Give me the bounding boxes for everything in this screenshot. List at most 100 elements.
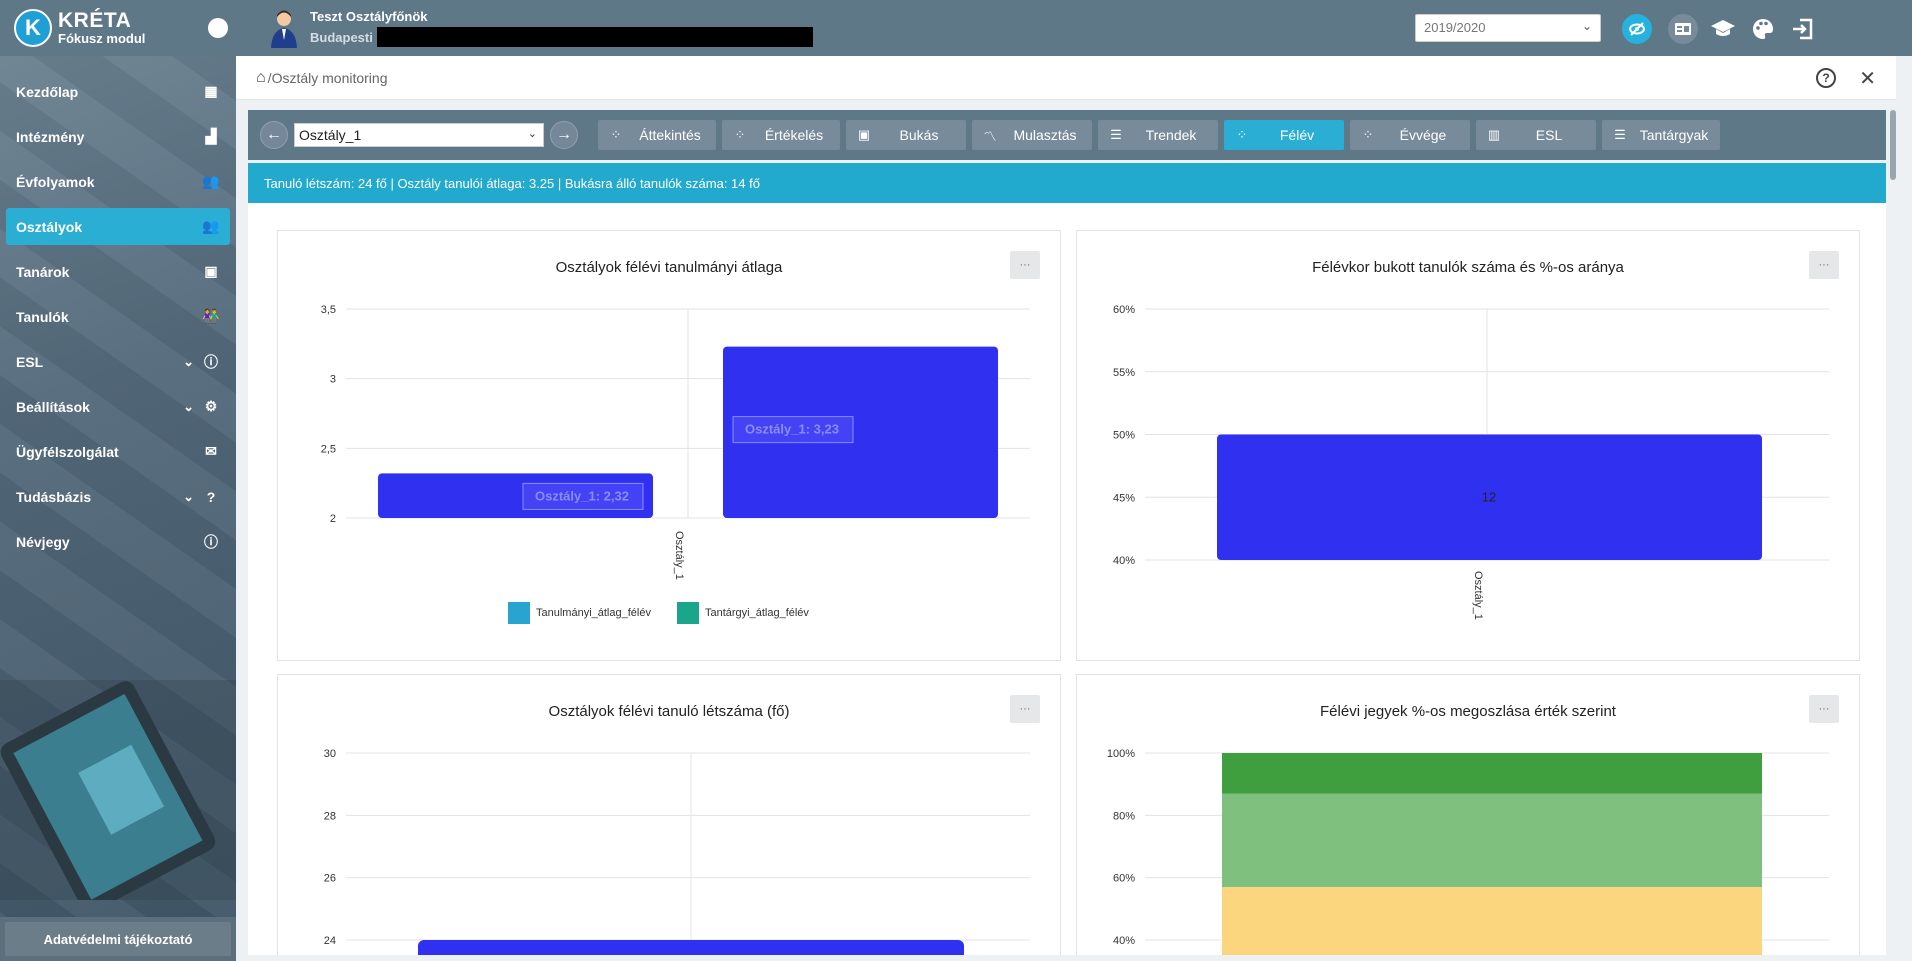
graduation-cap-icon[interactable]: [1708, 14, 1738, 44]
sidebar-item-label: Osztályok: [16, 218, 83, 235]
chevron-down-icon[interactable]: ⌄: [183, 354, 194, 370]
tab-label: Bukás: [899, 127, 939, 143]
sidebar-item-label: Intézmény: [16, 128, 85, 145]
contact-icon: ▣: [857, 127, 871, 142]
sidebar-item-icons: 👥: [202, 173, 220, 191]
sidebar-item-9[interactable]: Tudásbázis ⌄?: [6, 478, 230, 515]
sidebar-item-3[interactable]: Osztályok 👥: [6, 208, 230, 245]
dashboard-icon: ▦: [204, 83, 218, 99]
info-icon: ⓘ: [204, 533, 218, 550]
chart-menu-button[interactable]: ···: [1010, 251, 1040, 279]
tab-5[interactable]: ⁘ Félév: [1224, 120, 1344, 150]
tab-label: Áttekintés: [639, 127, 701, 143]
chart-svg: 40% 45% 50% 55% 60% 12 Osztály_1: [1113, 304, 1829, 620]
tab-3[interactable]: 〽 Mulasztás: [972, 120, 1092, 150]
legend-item[interactable]: Tantárgyi_átlag_félév: [676, 602, 809, 624]
sidebar-item-label: Ügyfélszolgálat: [16, 443, 119, 460]
school-year-select[interactable]: 2019/2020 ⌄: [1415, 14, 1601, 42]
y-tick-label: 55%: [1113, 367, 1135, 379]
tab-0[interactable]: ⁘ Áttekintés: [598, 120, 716, 150]
sidebar-item-label: Beállítások: [16, 398, 90, 415]
sidebar-toggle-button[interactable]: [208, 18, 228, 38]
kreta-logo-icon[interactable]: K: [14, 9, 52, 47]
user-info: Teszt Osztályfőnök Budapesti: [310, 9, 813, 47]
close-icon[interactable]: ✕: [1859, 66, 1876, 91]
logout-icon[interactable]: [1788, 14, 1818, 44]
dots-icon: ⁘: [1362, 127, 1374, 142]
sidebar-item-1[interactable]: Intézmény ▟: [6, 118, 230, 155]
sidebar-item-icons: 👫: [202, 308, 220, 326]
y-tick-label: 3,5: [321, 304, 336, 316]
tab-label: Évvége: [1399, 127, 1447, 143]
sidebar-item-label: Évfolyamok: [16, 173, 95, 190]
tab-6[interactable]: ⁘ Évvége: [1350, 120, 1470, 150]
chart-menu-button[interactable]: ···: [1809, 251, 1839, 279]
tab-4[interactable]: ☰ Trendek: [1098, 120, 1218, 150]
y-tick-label: 40%: [1113, 555, 1135, 567]
sidebar-item-5[interactable]: Tanulók 👫: [6, 298, 230, 335]
list-icon: ☰: [1614, 127, 1626, 142]
tab-list: ⁘ Áttekintés ⁘ Értékelés ▣ Bukás 〽 Mulasztás ☰ Tr…: [598, 120, 1720, 150]
info-icon: ⓘ: [204, 353, 218, 370]
stack-segment-0[interactable]: [1222, 887, 1762, 955]
id-card-icon[interactable]: [1668, 14, 1698, 44]
app-branding: KRÉTA Fókusz modul: [58, 10, 145, 46]
help-icon: ?: [206, 488, 216, 505]
sidebar-item-7[interactable]: Beállítások ⌄ ⚙: [6, 388, 230, 425]
school-name: Budapesti: [310, 29, 373, 45]
y-tick-label: 3: [330, 374, 336, 386]
trend-icon: 〽: [983, 128, 997, 144]
bar-0[interactable]: [418, 940, 964, 955]
stack-segment-1[interactable]: [1222, 793, 1762, 888]
help-icon[interactable]: ?: [1816, 68, 1836, 88]
chevron-down-icon[interactable]: ⌄: [183, 399, 194, 415]
tab-8[interactable]: ☰ Tantárgyak: [1602, 120, 1720, 150]
chart-menu-button[interactable]: ···: [1809, 695, 1839, 723]
x-tick-label: Osztály_1: [1472, 571, 1484, 620]
sidebar-item-label: ESL: [16, 353, 44, 370]
sidebar-item-2[interactable]: Évfolyamok 👥: [6, 163, 230, 200]
sidebar-item-10[interactable]: Névjegy ⓘ: [6, 523, 230, 560]
tab-7[interactable]: ▥ ESL: [1476, 120, 1596, 150]
sidebar-header: K KRÉTA Fókusz modul: [0, 0, 236, 56]
chevron-down-icon[interactable]: ⌄: [183, 489, 194, 505]
sidebar-item-icons: ▟: [202, 128, 220, 146]
y-tick-label: 60%: [1113, 873, 1135, 885]
chart-menu-button[interactable]: ···: [1010, 695, 1040, 723]
page-scrollbar[interactable]: [1890, 110, 1896, 180]
y-tick-label: 100%: [1107, 748, 1135, 760]
dots-icon: ⁘: [1236, 127, 1248, 142]
previous-class-button[interactable]: ←: [260, 121, 288, 149]
tab-1[interactable]: ⁘ Értékelés: [722, 120, 840, 150]
legend-label: Tanulmányi_átlag_félév: [536, 607, 651, 619]
gear-icon: ⚙: [204, 398, 218, 414]
sidebar: K KRÉTA Fókusz modul Kezdőlap ▦ Intézmény ▟…: [0, 0, 236, 961]
privacy-bar: Adatvédelmi tájékoztató: [0, 917, 236, 961]
legend-swatch: [676, 602, 699, 624]
students-icon: 👫: [202, 308, 220, 324]
stack-segment-2[interactable]: [1222, 753, 1762, 794]
sidebar-item-label: Tudásbázis: [16, 488, 92, 505]
sidebar-item-8[interactable]: Ügyfélszolgálat ✉: [6, 433, 230, 470]
sidebar-item-4[interactable]: Tanárok ▣: [6, 253, 230, 290]
privacy-link[interactable]: Adatvédelmi tájékoztató: [5, 922, 231, 956]
user-avatar[interactable]: [268, 8, 300, 48]
tab-label: Félév: [1279, 127, 1315, 143]
eye-off-icon[interactable]: [1622, 14, 1652, 44]
chart-card-grade-distribution: 40% 60% 80% 100% Félévi jegyek %-os megoszl…: [1076, 674, 1860, 955]
tab-label: Értékelés: [764, 127, 824, 143]
sidebar-nav: Kezdőlap ▦ Intézmény ▟ Évfolyamok 👥 Osztályok 👥…: [0, 73, 236, 560]
legend-item[interactable]: Tanulmányi_átlag_félév: [508, 602, 651, 624]
sidebar-item-0[interactable]: Kezdőlap ▦: [6, 73, 230, 110]
legend-swatch: [508, 602, 530, 624]
sidebar-item-6[interactable]: ESL ⌄ ⓘ: [6, 343, 230, 380]
sidebar-item-label: Névjegy: [16, 533, 70, 550]
y-tick-label: 50%: [1113, 430, 1135, 442]
class-select[interactable]: Osztály_1 ⌄: [294, 123, 544, 147]
palette-icon[interactable]: [1748, 14, 1778, 44]
charts-area: 2 2,5 3 3,5 Osztály_1: 2,32 Osztály_1: 3,23 Os…: [248, 203, 1886, 955]
next-class-button[interactable]: →: [550, 121, 578, 149]
tab-2[interactable]: ▣ Bukás: [846, 120, 966, 150]
sidebar-item-icons: 👥: [202, 218, 220, 236]
home-icon[interactable]: ⌂: [256, 69, 266, 87]
